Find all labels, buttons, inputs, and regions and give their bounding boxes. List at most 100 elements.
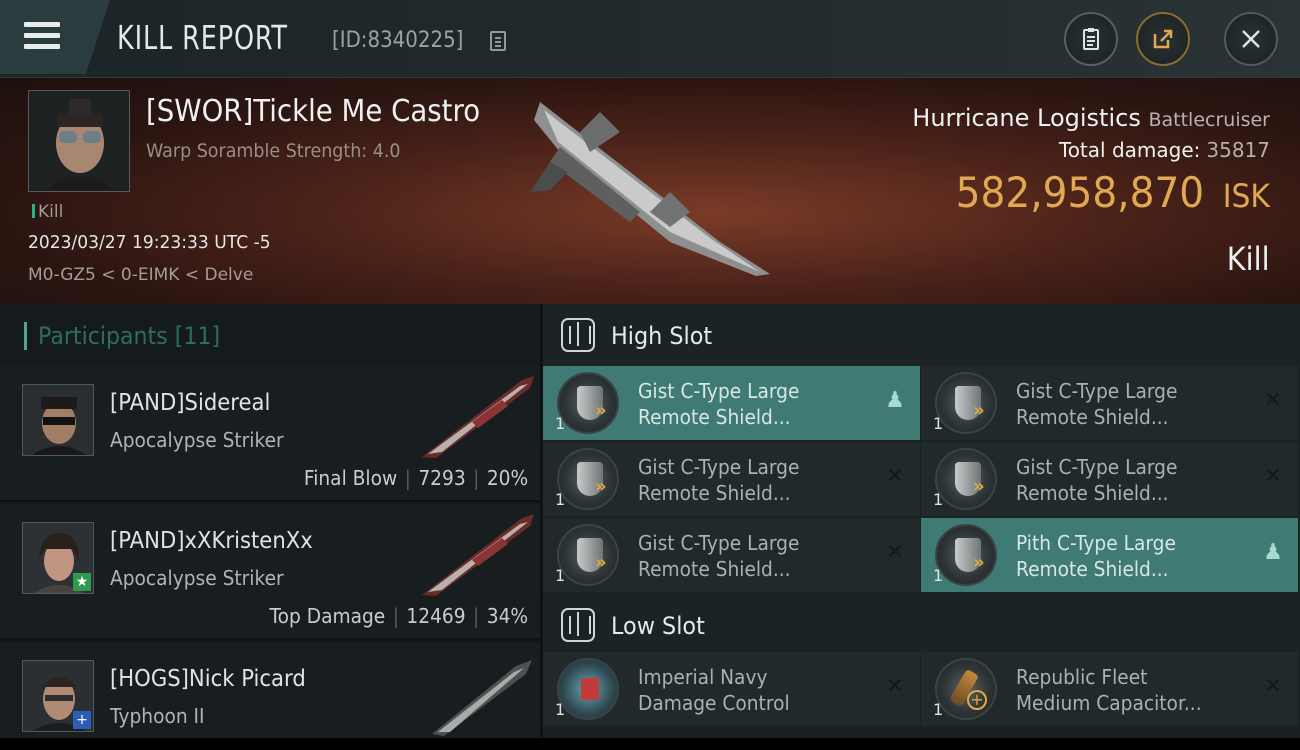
- close-button[interactable]: [1224, 12, 1278, 66]
- kill-type: Kill: [1227, 240, 1270, 278]
- participant-damage: 7293: [418, 466, 466, 490]
- participant-ship: Apocalypse Striker: [110, 566, 284, 590]
- top-bar: KILL REPORT [ID:8340225]: [0, 0, 1300, 78]
- module-item[interactable]: » 1 Gist C-Type Large Remote Shield... ✕: [921, 442, 1298, 516]
- high-slot-header: High Slot: [543, 304, 1300, 366]
- capacitor-icon: +: [935, 658, 997, 720]
- participant-role: Final Blow: [303, 466, 398, 490]
- page-title: KILL REPORT: [117, 18, 288, 57]
- low-slot-title: Low Slot: [611, 612, 705, 640]
- participant-ship-image[interactable]: [412, 648, 537, 738]
- module-item[interactable]: » 1 Gist C-Type Large Remote Shield... ✕: [921, 366, 1298, 440]
- participant-stats: Final Blow | 7293 | 20%: [303, 466, 528, 490]
- isk-value: 582,958,870 ISK: [956, 168, 1270, 217]
- participant-row[interactable]: ★ [PAND]xXKristenXx Apocalypse Striker T…: [0, 504, 540, 640]
- star-badge-icon: ★: [73, 573, 91, 591]
- shield-booster-icon: »: [935, 448, 997, 510]
- kill-tag: Kill: [32, 202, 63, 222]
- participants-header: Participants [11]: [0, 304, 540, 366]
- module-item[interactable]: » 1 Gist C-Type Large Remote Shield... ✕: [543, 442, 920, 516]
- victim-ship-line: Hurricane Logistics Battlecruiser: [912, 104, 1270, 132]
- participant-avatar[interactable]: +: [22, 660, 94, 732]
- participant-ship-image[interactable]: [412, 510, 537, 600]
- module-item[interactable]: 1 Imperial Navy Damage Control ✕: [543, 652, 920, 726]
- participant-percent: 34%: [486, 604, 528, 628]
- destroyed-x-icon: ✕: [885, 464, 905, 489]
- participant-percent: 20%: [486, 466, 528, 490]
- participants-panel: Participants [11] [PAND]Sidereal Apocaly…: [0, 304, 540, 738]
- victim-ship-image[interactable]: [520, 92, 790, 282]
- participant-ship-image[interactable]: [412, 372, 537, 462]
- module-name: Imperial Navy Damage Control: [638, 665, 790, 715]
- module-name: Gist C-Type Large Remote Shield...: [1016, 455, 1178, 505]
- copy-icon[interactable]: [490, 31, 506, 51]
- module-item[interactable]: » 1 Gist C-Type Large Remote Shield... ✕: [543, 518, 920, 592]
- module-name: Republic Fleet Medium Capacitor...: [1016, 665, 1202, 715]
- victim-ship-class: Battlecruiser: [1148, 109, 1270, 131]
- damage-control-icon: [557, 658, 619, 720]
- destroyed-x-icon: ✕: [1263, 674, 1283, 699]
- participant-row[interactable]: + [HOGS]Nick Picard Typhoon II: [0, 642, 540, 738]
- destroyed-x-icon: ✕: [885, 674, 905, 699]
- victim-portrait[interactable]: [28, 90, 130, 192]
- isk-amount: 582,958,870: [955, 168, 1205, 217]
- destroyed-x-icon: ✕: [1263, 388, 1283, 413]
- victim-ship-name[interactable]: Hurricane Logistics: [912, 104, 1141, 132]
- high-slot-title: High Slot: [611, 322, 713, 350]
- participant-stats: Top Damage | 12469 | 34%: [269, 604, 528, 628]
- destroyed-x-icon: ✕: [885, 540, 905, 565]
- total-damage-label: Total damage:: [1058, 138, 1201, 162]
- warp-scramble-strength: Warp Soramble Strength: 4.0: [146, 140, 401, 162]
- participant-name: [PAND]xXKristenXx: [110, 528, 313, 554]
- high-slot-icon: [561, 318, 595, 352]
- module-name: Gist C-Type Large Remote Shield...: [638, 379, 800, 429]
- clipboard-button[interactable]: [1064, 12, 1118, 66]
- participant-name: [HOGS]Nick Picard: [110, 666, 306, 692]
- module-name: Gist C-Type Large Remote Shield...: [638, 531, 800, 581]
- participant-name: [PAND]Sidereal: [110, 390, 271, 416]
- participant-ship: Apocalypse Striker: [110, 428, 284, 452]
- module-quantity: 1: [933, 700, 944, 719]
- module-quantity: 1: [555, 490, 566, 509]
- share-button[interactable]: [1136, 12, 1190, 66]
- module-quantity: 1: [933, 414, 944, 433]
- participant-role: Top Damage: [269, 604, 386, 628]
- kill-tag-label: Kill: [38, 202, 64, 222]
- person-icon[interactable]: ♟: [884, 390, 906, 412]
- destroyed-x-icon: ✕: [1263, 464, 1283, 489]
- module-name: Pith C-Type Large Remote Shield...: [1016, 531, 1176, 581]
- module-name: Gist C-Type Large Remote Shield...: [638, 455, 800, 505]
- module-item[interactable]: + 1 Republic Fleet Medium Capacitor... ✕: [921, 652, 1298, 726]
- module-quantity: 1: [933, 490, 944, 509]
- low-slot-header: Low Slot: [543, 594, 1300, 656]
- fitting-panel: High Slot » 1 Gist C-Type Large Remote Sh…: [543, 304, 1300, 738]
- module-quantity: 1: [555, 700, 566, 719]
- close-icon: [1242, 30, 1260, 48]
- shield-booster-icon: »: [557, 372, 619, 434]
- participant-row[interactable]: [PAND]Sidereal Apocalypse Striker Final …: [0, 366, 540, 502]
- hamburger-menu-icon: [24, 22, 60, 50]
- participant-avatar[interactable]: [22, 384, 94, 456]
- report-id: [ID:8340225]: [332, 28, 464, 53]
- kill-location[interactable]: M0-GZ5 < 0-EIMK < Delve: [28, 265, 253, 285]
- shield-booster-icon: »: [935, 372, 997, 434]
- clipboard-icon: [1083, 28, 1099, 50]
- low-slot-icon: [561, 608, 595, 642]
- bottom-edge: [0, 738, 1300, 750]
- kill-report-screen: KILL REPORT [ID:8340225] [SWOR]Tickle Me…: [0, 0, 1300, 738]
- participants-title[interactable]: Participants [11]: [38, 322, 220, 350]
- module-quantity: 1: [933, 566, 944, 585]
- module-quantity: 1: [555, 566, 566, 585]
- menu-button[interactable]: [0, 0, 110, 74]
- victim-name: [SWOR]Tickle Me Castro: [146, 94, 481, 129]
- participants-count: [11]: [174, 322, 221, 350]
- isk-unit: ISK: [1222, 177, 1270, 215]
- participants-label: Participants: [38, 322, 168, 350]
- total-damage: Total damage: 35817: [1059, 138, 1270, 162]
- total-damage-value: 35817: [1206, 138, 1270, 162]
- participant-avatar[interactable]: ★: [22, 522, 94, 594]
- person-icon[interactable]: ♟: [1262, 542, 1284, 564]
- module-item[interactable]: » 1 Gist C-Type Large Remote Shield... ♟: [543, 366, 920, 440]
- kill-date: 2023/03/27 19:23:33 UTC -5: [28, 232, 271, 253]
- module-item[interactable]: » 1 Pith C-Type Large Remote Shield... ♟: [921, 518, 1298, 592]
